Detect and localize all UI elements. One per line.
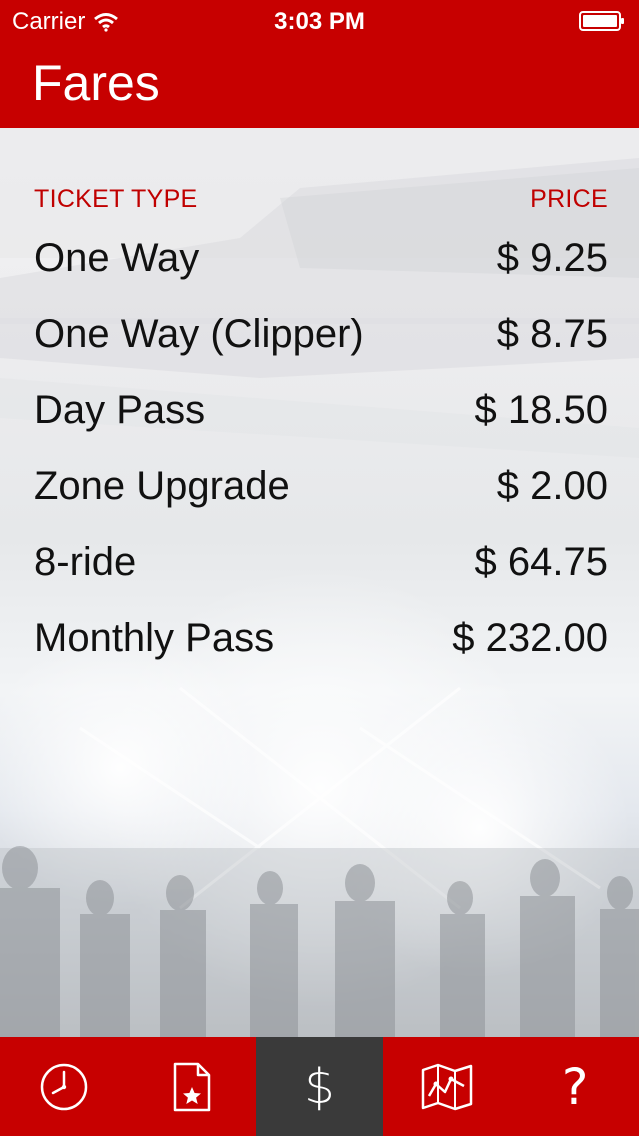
fare-type: Zone Upgrade	[34, 464, 290, 508]
fare-type: 8-ride	[34, 540, 137, 584]
page-title: Fares	[32, 55, 160, 111]
fares-table-header: TICKET TYPE PRICE	[34, 185, 608, 214]
starred-document-icon	[173, 1062, 210, 1111]
fare-price: $ 2.00	[496, 464, 608, 508]
tab-schedule[interactable]	[0, 1037, 128, 1136]
fare-price: $ 18.50	[474, 388, 608, 432]
fare-type: One Way	[34, 236, 200, 280]
fare-price: $ 232.00	[452, 616, 608, 660]
fares-content: TICKET TYPE PRICE One Way $ 9.25 One Way…	[0, 128, 639, 1037]
fare-type: Monthly Pass	[34, 616, 275, 660]
fare-row: Monthly Pass $ 232.00	[34, 616, 608, 692]
app-header: Carrier 3:03 PM Fares	[0, 0, 639, 128]
tab-help[interactable]: ?	[511, 1037, 639, 1136]
fare-row: 8-ride $ 64.75	[34, 540, 608, 616]
dollar-icon: $	[304, 1058, 335, 1115]
fare-price: $ 64.75	[474, 540, 608, 584]
fare-row: Day Pass $ 18.50	[34, 388, 608, 464]
fare-type: One Way (Clipper)	[34, 312, 364, 356]
fare-list: One Way $ 9.25 One Way (Clipper) $ 8.75 …	[34, 236, 608, 692]
tab-map[interactable]	[383, 1037, 511, 1136]
tab-fares[interactable]: $	[255, 1037, 384, 1136]
status-time: 3:03 PM	[274, 8, 365, 35]
fare-row: One Way (Clipper) $ 8.75	[34, 312, 608, 388]
ticket-type-column-header: TICKET TYPE	[34, 185, 198, 213]
fare-price: $ 8.75	[496, 312, 608, 356]
tab-bar: $ ?	[0, 1037, 639, 1136]
tab-favorites[interactable]	[128, 1037, 256, 1136]
status-bar: Carrier 3:03 PM	[0, 0, 639, 42]
clock-icon	[40, 1063, 88, 1110]
fare-price: $ 9.25	[496, 236, 608, 280]
question-icon: ?	[561, 1057, 589, 1116]
fare-row: One Way $ 9.25	[34, 236, 608, 312]
fare-row: Zone Upgrade $ 2.00	[34, 464, 608, 540]
fare-type: Day Pass	[34, 388, 206, 432]
map-icon	[422, 1063, 473, 1110]
price-column-header: PRICE	[530, 185, 608, 213]
battery-icon	[579, 11, 624, 31]
